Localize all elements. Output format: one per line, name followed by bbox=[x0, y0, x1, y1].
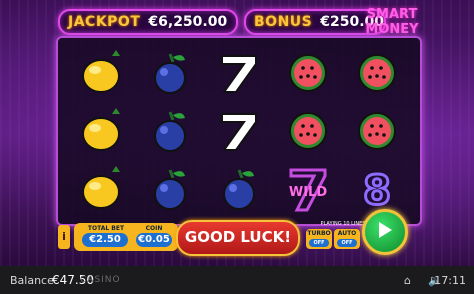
jackpot-value: €6,250.00 bbox=[148, 14, 228, 30]
watermelon-icon bbox=[289, 54, 328, 92]
lemon-icon bbox=[81, 166, 120, 209]
jackpot-label: JACKPOT bbox=[68, 14, 141, 30]
lemon-symbol bbox=[66, 160, 135, 218]
reel-grid: WILD 8 bbox=[66, 44, 412, 218]
seven-symbol bbox=[204, 102, 273, 160]
control-bar: i TOTAL BET €2.50 COIN €0.05 GOOD LUCK! … bbox=[58, 209, 420, 256]
eight-icon: 8 bbox=[362, 167, 393, 216]
watermelon-symbol bbox=[274, 44, 343, 102]
auto-button[interactable]: AUTO OFF bbox=[334, 229, 360, 249]
plum-icon bbox=[222, 169, 255, 210]
auto-label: AUTO bbox=[337, 230, 357, 237]
wild-icon: WILD bbox=[289, 168, 328, 212]
total-bet-label: TOTAL BET bbox=[87, 225, 125, 232]
play-icon bbox=[379, 222, 392, 238]
status-bar: Balance €47.50 CASINO ⌂ 🔈 17:11 bbox=[0, 266, 474, 294]
header: JACKPOT €6,250.00 BONUS €250.00 bbox=[58, 9, 386, 35]
turbo-state: OFF bbox=[309, 239, 329, 247]
seven-icon bbox=[220, 55, 257, 93]
reel-area: WILD 8 bbox=[56, 36, 422, 226]
plum-icon bbox=[153, 53, 186, 94]
watermelon-icon bbox=[289, 112, 328, 150]
wild-symbol: WILD bbox=[274, 160, 343, 218]
coin-value[interactable]: €0.05 bbox=[136, 233, 172, 247]
seven-icon bbox=[220, 113, 257, 151]
watermelon-icon bbox=[358, 112, 397, 150]
message-panel: GOOD LUCK! bbox=[176, 220, 300, 256]
lemon-symbol bbox=[66, 102, 135, 160]
coin-label: COIN bbox=[145, 225, 163, 232]
bonus-label: BONUS bbox=[254, 14, 313, 30]
watermelon-symbol bbox=[343, 44, 412, 102]
jackpot-meter: JACKPOT €6,250.00 bbox=[58, 9, 238, 35]
smart-money-line1: SMART bbox=[366, 7, 418, 22]
plum-icon bbox=[153, 111, 186, 152]
turbo-button[interactable]: TURBO OFF bbox=[306, 229, 332, 249]
clock: 17:11 bbox=[434, 274, 466, 287]
watermelon-symbol bbox=[274, 102, 343, 160]
turbo-label: TURBO bbox=[307, 230, 331, 237]
smart-money-line2: MONEY bbox=[365, 22, 419, 37]
lemon-icon bbox=[81, 50, 120, 93]
balance-label: Balance bbox=[10, 274, 54, 287]
casino-brand: CASINO bbox=[80, 275, 121, 285]
bet-panel: TOTAL BET €2.50 COIN €0.05 bbox=[74, 223, 178, 251]
seven-symbol bbox=[204, 44, 273, 102]
spin-button[interactable] bbox=[362, 209, 408, 255]
lemon-symbol bbox=[66, 44, 135, 102]
plum-symbol bbox=[135, 102, 204, 160]
watermelon-icon bbox=[358, 54, 397, 92]
home-icon[interactable]: ⌂ bbox=[404, 274, 411, 287]
wild-text: WILD bbox=[289, 185, 327, 200]
lemon-icon bbox=[81, 108, 120, 151]
auto-state: OFF bbox=[337, 239, 357, 247]
info-button[interactable]: i bbox=[58, 225, 70, 249]
plum-icon bbox=[153, 169, 186, 210]
total-bet-value[interactable]: €2.50 bbox=[82, 233, 128, 247]
plum-symbol bbox=[135, 160, 204, 218]
watermelon-symbol bbox=[343, 102, 412, 160]
plum-symbol bbox=[204, 160, 273, 218]
plum-symbol bbox=[135, 44, 204, 102]
eight-text: 8 bbox=[363, 168, 391, 214]
